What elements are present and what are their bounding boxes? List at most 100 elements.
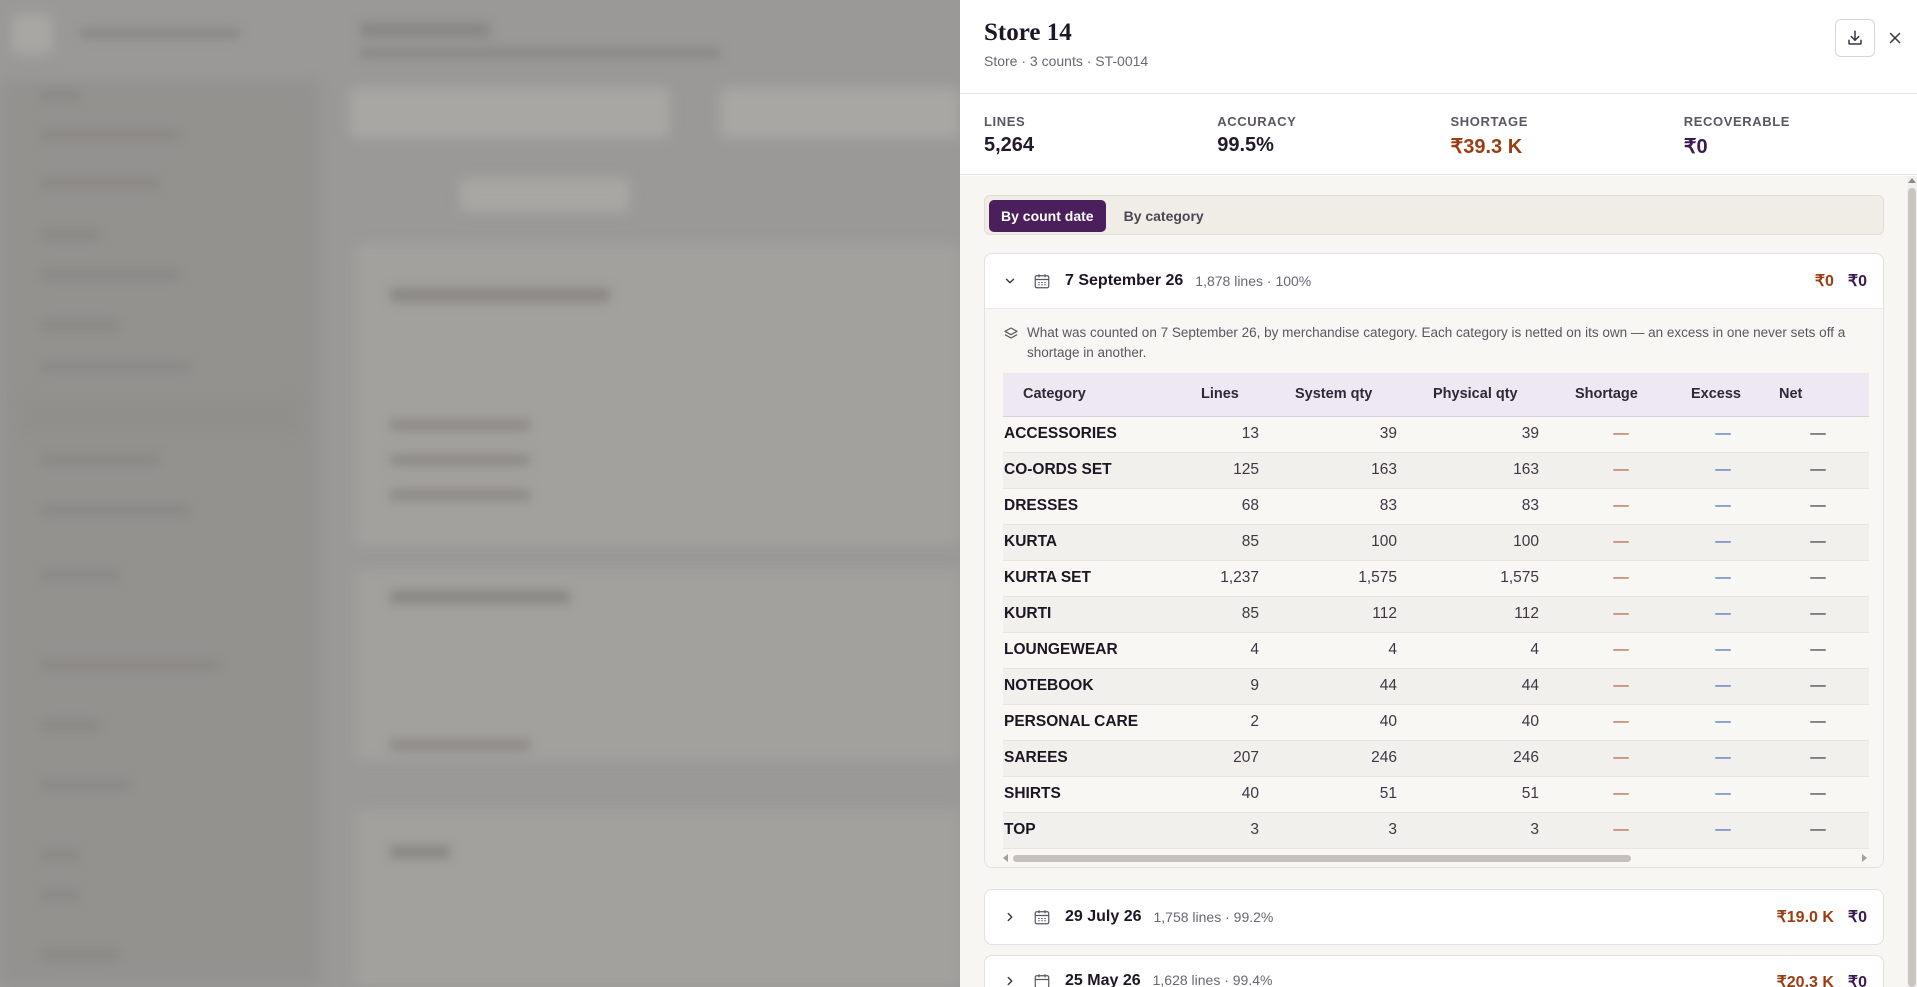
cell-net: — (1767, 776, 1869, 813)
cell-system-qty: 83 (1283, 488, 1421, 525)
cell-excess: — (1679, 740, 1767, 777)
cell-physical-qty: 44 (1421, 668, 1563, 705)
cell-net: — (1767, 524, 1869, 561)
kpi-value: 99.5% (1217, 134, 1274, 156)
cell-system-qty: 51 (1283, 776, 1421, 813)
cell-system-qty: 4 (1283, 632, 1421, 669)
cell-physical-qty: 1,575 (1421, 560, 1563, 597)
count-shortage: ₹19.0 K (1776, 909, 1834, 926)
cell-lines: 2 (1189, 704, 1283, 741)
cell-lines: 68 (1189, 488, 1283, 525)
drawer-title: Store 14 (984, 19, 1072, 46)
cell-physical-qty: 100 (1421, 524, 1563, 561)
col-shortage[interactable]: Shortage (1563, 373, 1679, 417)
cell-excess: — (1679, 704, 1767, 741)
cell-shortage: — (1563, 524, 1679, 561)
cell-lines: 85 (1189, 596, 1283, 633)
col-category[interactable]: Category (1003, 373, 1189, 417)
cell-system-qty: 39 (1283, 416, 1421, 453)
cell-excess: — (1679, 524, 1767, 561)
col-lines[interactable]: Lines (1189, 373, 1283, 417)
col-excess[interactable]: Excess (1679, 373, 1767, 417)
count-amounts: ₹19.0 K ₹0 (1777, 890, 1867, 944)
cell-shortage: — (1563, 452, 1679, 489)
col-physical-qty[interactable]: Physical qty (1421, 373, 1563, 417)
table-row[interactable]: KURTI 85 112 112— — — (1003, 596, 1869, 633)
horizontal-scrollbar[interactable] (1003, 849, 1871, 867)
cell-category: ACCESSORIES (1003, 416, 1189, 453)
cell-lines: 40 (1189, 776, 1283, 813)
table-row[interactable]: SAREES 207 246 246— — — (1003, 740, 1869, 777)
cell-excess: — (1679, 812, 1767, 849)
table-row[interactable]: KURTA 85 100 100— — — (1003, 524, 1869, 561)
cell-category: KURTA SET (1003, 560, 1189, 597)
download-button[interactable] (1835, 19, 1875, 57)
cell-excess: — (1679, 416, 1767, 453)
scroll-right-arrow-icon[interactable] (1862, 853, 1867, 862)
count-card: 7 September 26 1,878 lines · 100% ₹0 ₹0 … (984, 253, 1884, 868)
scroll-left-arrow-icon[interactable] (1003, 853, 1008, 862)
table-row[interactable]: NOTEBOOK 9 44 44— — — (1003, 668, 1869, 705)
cell-category: SHIRTS (1003, 776, 1189, 813)
table-row[interactable]: LOUNGEWEAR 4 4 4— — — (1003, 632, 1869, 669)
close-button[interactable] (1877, 19, 1913, 57)
vertical-scrollbar-thumb[interactable] (1908, 188, 1916, 987)
cell-excess: — (1679, 776, 1767, 813)
cell-net: — (1767, 704, 1869, 741)
cell-net: — (1767, 812, 1869, 849)
kpi-label: LINES (984, 114, 1026, 129)
count-recoverable: ₹0 (1847, 909, 1867, 926)
cell-shortage: — (1563, 488, 1679, 525)
table-row[interactable]: KURTA SET 1,237 1,575 1,575— — — (1003, 560, 1869, 597)
scroll-up-arrow-icon[interactable] (1908, 178, 1916, 183)
chevron-down-icon[interactable] (1001, 272, 1019, 290)
category-note: What was counted on 7 September 26, by m… (1003, 323, 1871, 363)
count-date: 25 May 26 (1065, 972, 1141, 987)
kpi-label: SHORTAGE (1450, 114, 1529, 129)
cell-physical-qty: 3 (1421, 812, 1563, 849)
count-card-header[interactable]: 29 July 26 1,758 lines · 99.2% ₹19.0 K ₹… (985, 890, 1883, 944)
chevron-right-icon[interactable] (1001, 972, 1019, 987)
cell-net: — (1767, 416, 1869, 453)
cell-shortage: — (1563, 596, 1679, 633)
cell-net: — (1767, 560, 1869, 597)
cell-lines: 85 (1189, 524, 1283, 561)
col-net[interactable]: Net (1767, 373, 1869, 417)
col-system-qty[interactable]: System qty (1283, 373, 1421, 417)
kpi-value: ₹39.3 K (1450, 136, 1523, 158)
cell-category: PERSONAL CARE (1003, 704, 1189, 741)
cell-physical-qty: 4 (1421, 632, 1563, 669)
drawer-subtitle: Store · 3 counts · ST-0014 (984, 53, 1917, 69)
calendar-icon (1034, 974, 1050, 987)
count-card-header[interactable]: 7 September 26 1,878 lines · 100% ₹0 ₹0 (985, 254, 1883, 308)
count-amounts: ₹20.3 K ₹0 (1777, 956, 1867, 987)
cell-system-qty: 3 (1283, 812, 1421, 849)
count-recoverable: ₹0 (1847, 273, 1867, 290)
count-date: 29 July 26 (1065, 908, 1142, 925)
store-code: ST-0014 (1095, 53, 1149, 69)
kpi-shortage: SHORTAGE ₹39.3 K (1451, 114, 1684, 174)
table-row[interactable]: PERSONAL CARE 2 40 40— — — (1003, 704, 1869, 741)
cell-shortage: — (1563, 812, 1679, 849)
cell-category: LOUNGEWEAR (1003, 632, 1189, 669)
table-row[interactable]: DRESSES 68 83 83— — — (1003, 488, 1869, 525)
count-card: 29 July 26 1,758 lines · 99.2% ₹19.0 K ₹… (984, 889, 1884, 945)
kpi-recoverable: RECOVERABLE ₹0 (1684, 114, 1917, 174)
table-row[interactable]: TOP 3 3 3— — — (1003, 812, 1869, 849)
table-row[interactable]: ACCESSORIES 13 39 39— — — (1003, 416, 1869, 453)
table-row[interactable]: CO-ORDS SET 125 163 163— — — (1003, 452, 1869, 489)
cell-category: SAREES (1003, 740, 1189, 777)
cell-shortage: — (1563, 632, 1679, 669)
horizontal-scrollbar-thumb[interactable] (1013, 854, 1631, 862)
cell-lines: 125 (1189, 452, 1283, 489)
kpi-row: LINES 5,264 ACCURACY 99.5% SHORTAGE ₹39.… (960, 94, 1917, 175)
cell-net: — (1767, 632, 1869, 669)
table-row[interactable]: SHIRTS 40 51 51— — — (1003, 776, 1869, 813)
tab-by-count-date[interactable]: By count date (989, 200, 1106, 232)
cell-system-qty: 44 (1283, 668, 1421, 705)
store-detail-drawer: Store 14 Store · 3 counts · ST-0014 LINE… (960, 0, 1917, 987)
cell-system-qty: 163 (1283, 452, 1421, 489)
count-card-header[interactable]: 25 May 26 1,628 lines · 99.4% ₹20.3 K ₹0 (985, 956, 1883, 987)
tab-by-category[interactable]: By category (1112, 200, 1216, 232)
chevron-right-icon[interactable] (1001, 908, 1019, 926)
